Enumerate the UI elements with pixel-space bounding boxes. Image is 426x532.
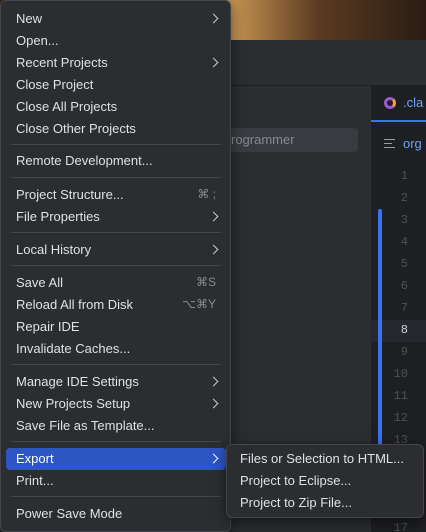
submenu-item-project-to-zip[interactable]: Project to Zip File... (232, 492, 418, 514)
menu-item-label: Close Other Projects (16, 121, 136, 136)
breadcrumb-label: org (403, 136, 422, 151)
menu-item-open[interactable]: Open... (6, 30, 226, 52)
project-search-field[interactable]: rogrammer (222, 128, 358, 152)
line-number: 4 (400, 235, 408, 249)
menu-separator (11, 144, 221, 145)
menu-item-close-other-projects[interactable]: Close Other Projects (6, 118, 226, 140)
menu-item-recent-projects[interactable]: Recent Projects (6, 52, 226, 74)
line-number: 5 (400, 257, 408, 271)
line-number: 10 (393, 367, 408, 381)
menu-item-label: Reload All from Disk (16, 297, 134, 312)
menu-item-close-all-projects[interactable]: Close All Projects (6, 96, 226, 118)
shortcut-label: ⌘S (195, 275, 216, 289)
submenu-item-project-to-eclipse[interactable]: Project to Eclipse... (232, 470, 418, 492)
file-menu: New Open... Recent Projects Close Projec… (0, 0, 231, 532)
submenu-item-label: Project to Zip File... (240, 495, 352, 510)
menu-separator (11, 232, 221, 233)
menu-item-close-project[interactable]: Close Project (6, 74, 226, 96)
menu-item-label: Remote Development... (16, 153, 153, 168)
editor-tab[interactable]: .cla (371, 86, 426, 122)
menu-item-label: Close All Projects (16, 99, 118, 114)
line-number: 7 (400, 301, 408, 315)
chevron-right-icon (208, 57, 219, 68)
line-number: 2 (400, 191, 408, 205)
menu-item-remote-development[interactable]: Remote Development... (6, 150, 226, 172)
breadcrumb[interactable]: org (371, 128, 426, 160)
menu-item-invalidate-caches[interactable]: Invalidate Caches... (6, 338, 226, 360)
menu-item-manage-ide-settings[interactable]: Manage IDE Settings (6, 371, 226, 393)
structure-icon (384, 139, 395, 148)
chevron-right-icon (208, 13, 219, 24)
menu-item-label: Save File as Template... (16, 418, 155, 433)
chevron-right-icon (208, 453, 219, 464)
chevron-right-icon (208, 211, 219, 222)
chevron-right-icon (208, 376, 219, 387)
shortcut-label: ⌥⌘Y (182, 297, 216, 311)
menu-item-label: New (16, 11, 43, 26)
menu-item-label: Project Structure... (16, 187, 124, 202)
menu-item-export[interactable]: Export (6, 448, 226, 470)
menu-item-label: Save All (16, 275, 63, 290)
menu-item-label: New Projects Setup (16, 396, 131, 411)
menu-item-save-file-as-template[interactable]: Save File as Template... (6, 415, 226, 437)
chevron-right-icon (208, 244, 219, 255)
line-number: 9 (400, 345, 408, 359)
menu-item-label: Open... (16, 33, 59, 48)
menu-separator (11, 441, 221, 442)
chevron-right-icon (208, 398, 219, 409)
menu-item-project-structure[interactable]: Project Structure... ⌘ ; (6, 184, 226, 206)
shortcut-label: ⌘ ; (197, 187, 216, 201)
export-submenu: Files or Selection to HTML... Project to… (226, 444, 424, 518)
menu-item-label: Invalidate Caches... (16, 341, 131, 356)
menu-separator (11, 364, 221, 365)
menu-item-reload-all-from-disk[interactable]: Reload All from Disk ⌥⌘Y (6, 294, 226, 316)
line-number: 6 (400, 279, 408, 293)
line-number-current: 8 (400, 323, 408, 337)
menu-item-label: Recent Projects (16, 55, 108, 70)
menu-item-label: Print... (16, 473, 54, 488)
line-number: 17 (393, 521, 408, 532)
menu-item-label: Power Save Mode (16, 506, 123, 521)
line-number: 12 (393, 411, 408, 425)
menu-item-repair-ide[interactable]: Repair IDE (6, 316, 226, 338)
menu-item-new[interactable]: New (6, 8, 226, 30)
class-file-icon (384, 97, 396, 109)
vcs-change-marker[interactable] (378, 209, 382, 471)
menu-item-local-history[interactable]: Local History (6, 239, 226, 261)
editor-tab-label: .cla (403, 95, 424, 110)
menu-item-label: Local History (16, 242, 92, 257)
menu-item-label: Close Project (16, 77, 94, 92)
menu-separator (11, 496, 221, 497)
menu-item-label: Manage IDE Settings (16, 374, 139, 389)
menu-item-new-projects-setup[interactable]: New Projects Setup (6, 393, 226, 415)
submenu-item-label: Project to Eclipse... (240, 473, 352, 488)
menu-separator (11, 177, 221, 178)
menu-item-file-properties[interactable]: File Properties (6, 206, 226, 228)
menu-item-label: Export (16, 451, 54, 466)
menu-item-save-all[interactable]: Save All ⌘S (6, 272, 226, 294)
menu-item-label: File Properties (16, 209, 100, 224)
line-number: 3 (400, 213, 408, 227)
menu-item-print[interactable]: Print... (6, 470, 226, 492)
menu-separator (11, 265, 221, 266)
menu-item-label: Repair IDE (16, 319, 80, 334)
menu-item-power-save-mode[interactable]: Power Save Mode (6, 503, 226, 525)
line-number: 1 (400, 169, 408, 183)
submenu-item-files-to-html[interactable]: Files or Selection to HTML... (232, 448, 418, 470)
submenu-item-label: Files or Selection to HTML... (240, 451, 404, 466)
line-number: 11 (393, 389, 408, 403)
